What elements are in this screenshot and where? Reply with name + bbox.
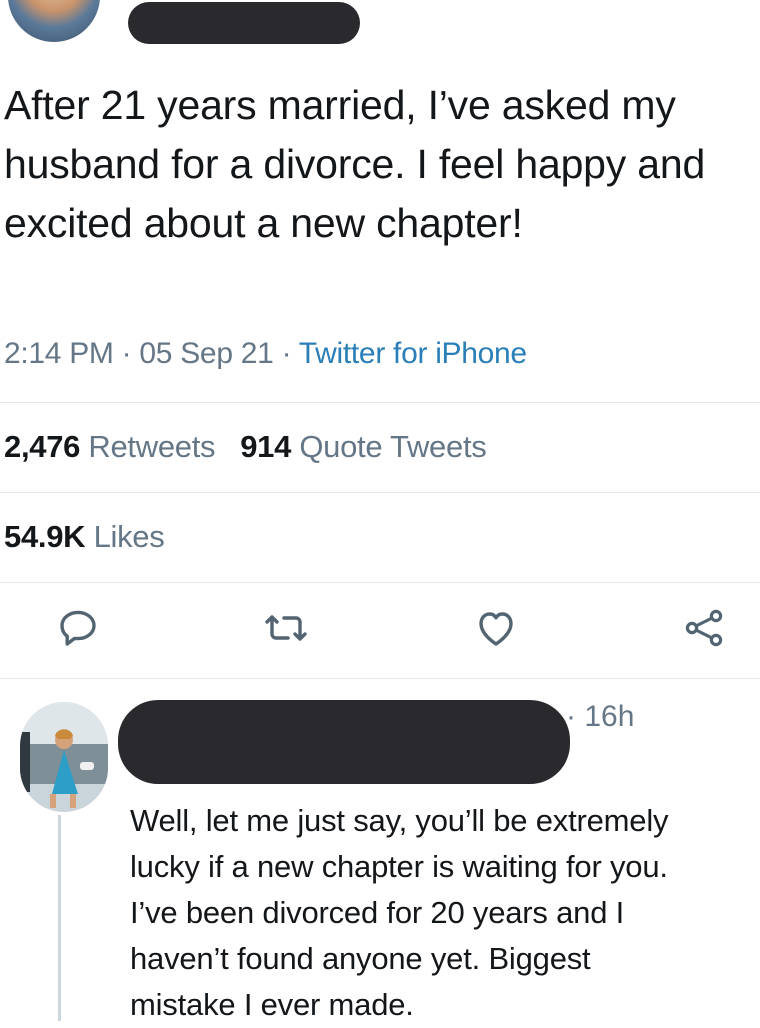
reply-time: 16h xyxy=(584,700,635,733)
quotes-count: 914 xyxy=(240,429,292,464)
retweets-stat[interactable]: 2,476 Retweets xyxy=(4,429,216,464)
retweets-label: Retweets xyxy=(88,429,216,464)
divider xyxy=(0,678,760,679)
author-avatar[interactable] xyxy=(8,0,100,42)
retweet-quote-stats: 2,476 Retweets 914 Quote Tweets xyxy=(4,429,487,465)
redacted-reply-author xyxy=(118,700,570,784)
thread-line xyxy=(58,815,61,1021)
redacted-author-name xyxy=(128,2,360,44)
meta-separator: · xyxy=(281,337,292,370)
quotes-stat[interactable]: 914 Quote Tweets xyxy=(240,429,487,464)
tweet-time[interactable]: 2:14 PM xyxy=(4,337,114,370)
likes-label: Likes xyxy=(93,519,165,554)
quotes-label: Quote Tweets xyxy=(299,429,487,464)
time-separator: · xyxy=(566,700,576,733)
divider xyxy=(0,402,760,403)
tweet-text: After 21 years married, I’ve asked my hu… xyxy=(4,82,706,246)
tweet-date[interactable]: 05 Sep 21 xyxy=(139,337,273,370)
meta-separator: · xyxy=(121,337,132,370)
retweets-count: 2,476 xyxy=(4,429,81,464)
reply-icon[interactable] xyxy=(54,604,102,652)
retweet-icon[interactable] xyxy=(262,604,310,652)
tweet-meta: 2:14 PM · 05 Sep 21 · Twitter for iPhone xyxy=(4,337,527,371)
likes-stat[interactable]: 54.9K Likes xyxy=(4,519,165,555)
reply-author-avatar[interactable] xyxy=(20,702,108,812)
reply-text: Well, let me just say, you’ll be extreme… xyxy=(130,803,669,1022)
divider xyxy=(0,492,760,493)
tweet-source[interactable]: Twitter for iPhone xyxy=(299,337,527,370)
divider xyxy=(0,582,760,583)
share-icon[interactable] xyxy=(680,604,728,652)
like-icon[interactable] xyxy=(472,604,520,652)
reply-timestamp[interactable]: · 16h xyxy=(566,700,634,734)
likes-count: 54.9K xyxy=(4,519,86,554)
